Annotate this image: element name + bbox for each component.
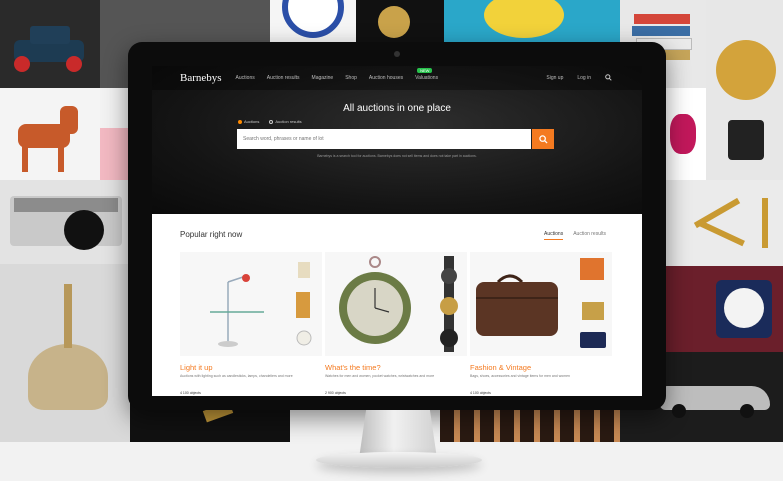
- card-description: Auctions with lighting such as candlesti…: [180, 374, 293, 378]
- search-icon[interactable]: [605, 73, 612, 83]
- card-count: 4 100 objects: [180, 391, 201, 395]
- nav-item-magazine[interactable]: Magazine: [312, 75, 334, 81]
- card-title: Light it up: [180, 363, 213, 372]
- card-count: 2 900 objects: [325, 391, 346, 395]
- lamp-image: [180, 252, 322, 356]
- radio-dot: [269, 119, 274, 124]
- popular-title: Popular right now: [180, 230, 243, 239]
- radio-dot: [238, 119, 242, 124]
- clock-tile: [666, 266, 783, 352]
- product-showcase: Barnebys Auctions Auction results Magazi…: [0, 0, 783, 481]
- nav-item-sign-up[interactable]: Sign up: [546, 75, 563, 81]
- radio-label: Auction results: [275, 119, 302, 124]
- search-type-radios: Auctions Auction results: [238, 119, 302, 124]
- gemstone-tile: [666, 88, 706, 180]
- wristwatch-tile: [356, 0, 444, 42]
- nav-item-label: Valuations: [415, 75, 439, 81]
- gold-sculpture-tile: [666, 180, 783, 266]
- nav-item-auction-results[interactable]: Auction results: [267, 75, 300, 81]
- hero-section: Barnebys Auctions Auction results Magazi…: [152, 66, 642, 214]
- nav-right: Sign up Log in: [546, 73, 612, 83]
- nav-item-shop[interactable]: Shop: [345, 75, 357, 81]
- yellow-art-tile: [444, 0, 620, 42]
- imac-monitor: Barnebys Auctions Auction results Magazi…: [128, 42, 666, 410]
- vintage-car-tile: [0, 0, 100, 88]
- card-description: Watches for men and women, pocket watche…: [325, 374, 435, 378]
- desk-fan-tile: [706, 0, 783, 180]
- monitor-stand-neck: [359, 410, 437, 456]
- radio-label: Auctions: [244, 119, 260, 124]
- watches-image: [325, 252, 467, 356]
- helmet-tile: [0, 264, 130, 442]
- radio-auction-results[interactable]: Auction results: [269, 119, 302, 124]
- search-disclaimer: Barnebys is a search tool for auctions. …: [317, 154, 477, 158]
- camera-tile: [0, 180, 130, 264]
- category-card-lighting[interactable]: Light it up Auctions with lighting such …: [180, 252, 322, 395]
- camera-icon: [394, 51, 400, 57]
- site-logo[interactable]: Barnebys: [180, 72, 222, 84]
- category-card-watches[interactable]: What's the time? Watches for men and wom…: [325, 252, 467, 395]
- card-title: Fashion & Vintage: [470, 363, 532, 372]
- new-badge: NEW: [417, 68, 433, 73]
- blue-plate-tile: [270, 0, 356, 42]
- nav-item-auction-houses[interactable]: Auction houses: [369, 75, 403, 81]
- popular-panel: Popular right now Auctions Auction resul…: [152, 214, 642, 396]
- tab-auction-results[interactable]: Auction results: [573, 231, 606, 240]
- pink-tile: [100, 128, 130, 182]
- wooden-horse-tile: [0, 88, 100, 180]
- website-screen: Barnebys Auctions Auction results Magazi…: [152, 66, 642, 396]
- radio-auctions[interactable]: Auctions: [238, 119, 259, 124]
- card-title: What's the time?: [325, 363, 381, 372]
- bag-image: [470, 252, 612, 356]
- card-description: Bags, shoes, accessories and vintage ite…: [470, 374, 570, 378]
- search-input[interactable]: [237, 129, 531, 149]
- top-nav: Barnebys Auctions Auction results Magazi…: [152, 66, 642, 90]
- popular-tabs: Auctions Auction results: [544, 231, 606, 240]
- monitor-stand-base: [316, 452, 482, 468]
- category-card-fashion[interactable]: Fashion & Vintage Bags, shoes, accessori…: [470, 252, 612, 395]
- nav-item-valuations[interactable]: NEW Valuations: [415, 68, 439, 81]
- nav-item-auctions[interactable]: Auctions: [236, 75, 255, 81]
- search-button[interactable]: [532, 129, 554, 149]
- card-count: 4 100 objects: [470, 391, 491, 395]
- tab-auctions[interactable]: Auctions: [544, 231, 564, 240]
- hero-title: All auctions in one place: [343, 103, 451, 114]
- nav-item-log-in[interactable]: Log in: [577, 75, 591, 81]
- search-icon: [538, 134, 548, 144]
